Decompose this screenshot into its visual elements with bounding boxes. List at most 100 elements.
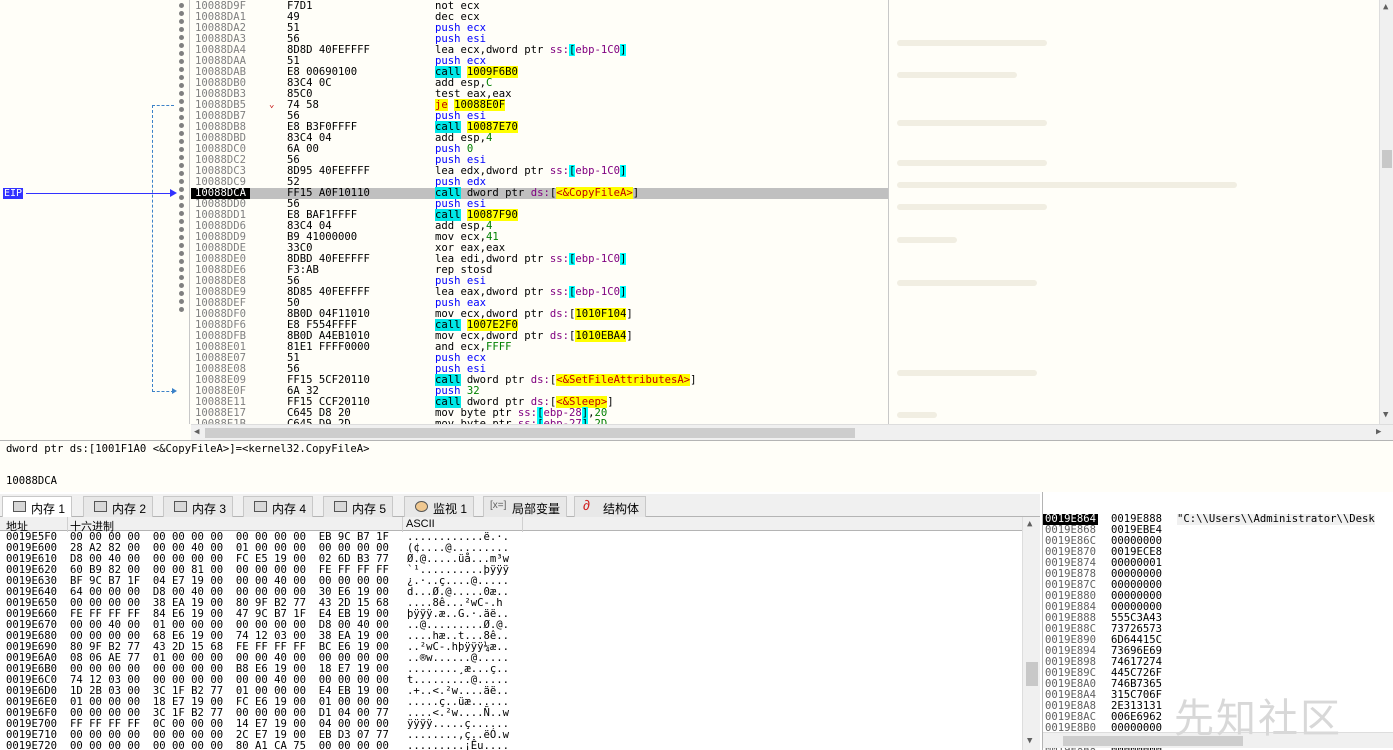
breakpoint-dot-icon[interactable] bbox=[179, 99, 184, 104]
breakpoint-dot-icon[interactable] bbox=[179, 203, 184, 208]
tab-struct-8[interactable]: ∂ 结构体 bbox=[574, 496, 647, 517]
comments-column bbox=[889, 0, 1379, 424]
breakpoint-dot-icon[interactable] bbox=[179, 243, 184, 248]
breakpoint-dot-icon[interactable] bbox=[179, 187, 184, 192]
token-brk: ] bbox=[620, 286, 627, 298]
breakpoint-dot-icon[interactable] bbox=[179, 131, 184, 136]
eip-marker: EIP bbox=[3, 188, 24, 199]
memory-icon bbox=[174, 501, 187, 512]
info-pane: dword ptr ds:[1001F1A0 <&CopyFileA>]=<ke… bbox=[0, 440, 1393, 492]
tab-watch-6[interactable]: 监视 1 bbox=[404, 496, 475, 517]
scroll-up-icon[interactable]: ▲ bbox=[1027, 519, 1032, 529]
token-seg: ds: bbox=[530, 187, 550, 199]
disassembly-pane: EIP 10088D9F F7D1 not ecx 10088DA1 49 dec ecx… bbox=[0, 0, 1393, 440]
breakpoint-dot-icon[interactable] bbox=[179, 267, 184, 272]
memory-icon bbox=[13, 501, 26, 512]
memory-dump[interactable]: 0019E5F0 00 00 00 00 00 00 00 00 00 00 00… bbox=[0, 532, 1022, 750]
token-imm: FFFF bbox=[486, 341, 512, 353]
breakpoint-dot-icon[interactable] bbox=[179, 67, 184, 72]
token-seg: ss: bbox=[549, 286, 569, 298]
disassembly-hscrollbar[interactable]: ◀ ▶ bbox=[191, 424, 1393, 440]
breakpoint-dot-icon[interactable] bbox=[179, 219, 184, 224]
scroll-thumb[interactable] bbox=[1382, 150, 1392, 168]
token-seg: ebp-1C0 bbox=[575, 253, 620, 265]
breakpoint-dot-icon[interactable] bbox=[179, 123, 184, 128]
token-op: ] bbox=[626, 330, 633, 342]
tab-locals-7[interactable]: [x=] 局部变量 bbox=[483, 496, 568, 517]
tab-memory-4[interactable]: 内存 4 bbox=[243, 496, 314, 517]
breakpoint-dot-icon[interactable] bbox=[179, 195, 184, 200]
blurred-comment bbox=[897, 412, 937, 418]
breakpoint-dot-icon[interactable] bbox=[179, 19, 184, 24]
watch-icon bbox=[415, 501, 428, 512]
blurred-comment bbox=[897, 72, 1017, 78]
breakpoint-dot-icon[interactable] bbox=[179, 51, 184, 56]
breakpoint-dot-icon[interactable] bbox=[179, 283, 184, 288]
token-seg: ss: bbox=[549, 44, 569, 56]
blurred-comment bbox=[897, 120, 1047, 126]
breakpoint-dot-icon[interactable] bbox=[179, 139, 184, 144]
breakpoint-dot-icon[interactable] bbox=[179, 75, 184, 80]
breakpoint-dot-icon[interactable] bbox=[179, 211, 184, 216]
watermark: 先知社区 bbox=[1174, 696, 1342, 742]
memory-icon bbox=[254, 501, 267, 512]
scroll-thumb[interactable] bbox=[1026, 662, 1038, 686]
token-brk: ] bbox=[620, 165, 627, 177]
breakpoint-dot-icon[interactable] bbox=[179, 163, 184, 168]
memory-icon bbox=[334, 501, 347, 512]
breakpoint-dot-icon[interactable] bbox=[179, 83, 184, 88]
current-address: 10088DCA bbox=[6, 475, 58, 487]
tab-memory-5[interactable]: 内存 5 bbox=[323, 496, 394, 517]
breakpoint-dot-icon[interactable] bbox=[179, 43, 184, 48]
blurred-comment bbox=[897, 182, 1237, 188]
blurred-comment bbox=[897, 160, 1047, 166]
breakpoint-dot-icon[interactable] bbox=[179, 227, 184, 232]
memory-icon bbox=[94, 501, 107, 512]
breakpoint-dot-icon[interactable] bbox=[179, 235, 184, 240]
token-op: ] bbox=[626, 308, 633, 320]
scroll-down-icon[interactable]: ▼ bbox=[1383, 410, 1388, 420]
tab-label: 局部变量 bbox=[512, 502, 561, 516]
breakpoint-dot-icon[interactable] bbox=[179, 171, 184, 176]
tab-memory-2[interactable]: 内存 2 bbox=[83, 496, 154, 517]
token-seg: ds: bbox=[530, 374, 550, 386]
breakpoint-dot-icon[interactable] bbox=[179, 35, 184, 40]
breakpoint-dot-icon[interactable] bbox=[179, 307, 184, 312]
breakpoint-dot-icon[interactable] bbox=[179, 291, 184, 296]
breakpoint-dot-icon[interactable] bbox=[179, 27, 184, 32]
tab-memory-1[interactable]: 内存 1 bbox=[2, 496, 73, 518]
breakpoint-dot-icon[interactable] bbox=[179, 251, 184, 256]
breakpoint-dot-icon[interactable] bbox=[179, 115, 184, 120]
breakpoint-dots[interactable] bbox=[178, 0, 186, 315]
disassembly-vscrollbar[interactable]: ▲ ▼ bbox=[1379, 0, 1393, 424]
breakpoint-dot-icon[interactable] bbox=[179, 179, 184, 184]
breakpoint-dot-icon[interactable] bbox=[179, 3, 184, 8]
token-imm: 4 bbox=[486, 132, 493, 144]
token-op: ] bbox=[632, 187, 640, 199]
breakpoint-dot-icon[interactable] bbox=[179, 107, 184, 112]
hscroll-thumb[interactable] bbox=[205, 428, 855, 438]
tab-label: 结构体 bbox=[603, 502, 640, 516]
scroll-right-icon[interactable]: ▶ bbox=[1376, 427, 1381, 437]
breakpoint-dot-icon[interactable] bbox=[179, 299, 184, 304]
token-seg: ss: bbox=[549, 165, 569, 177]
scroll-up-icon[interactable]: ▲ bbox=[1383, 2, 1388, 12]
breakpoint-dot-icon[interactable] bbox=[179, 11, 184, 16]
breakpoint-dot-icon[interactable] bbox=[179, 59, 184, 64]
breakpoint-dot-icon[interactable] bbox=[179, 155, 184, 160]
tab-memory-3[interactable]: 内存 3 bbox=[163, 496, 234, 517]
token-seg: ds: bbox=[549, 308, 569, 320]
blurred-comment bbox=[897, 40, 1047, 46]
eip-arrow-line bbox=[26, 193, 172, 194]
breakpoint-dot-icon[interactable] bbox=[179, 259, 184, 264]
memory-vscrollbar[interactable]: ▲ ▼ bbox=[1022, 517, 1040, 750]
token-tgt: 1010F104 bbox=[575, 308, 627, 320]
breakpoint-dot-icon[interactable] bbox=[179, 147, 184, 152]
scroll-down-icon[interactable]: ▼ bbox=[1027, 736, 1032, 746]
breakpoint-dot-icon[interactable] bbox=[179, 275, 184, 280]
scroll-left-icon[interactable]: ◀ bbox=[194, 427, 199, 437]
memory-row[interactable]: 0019E720 00 00 00 00 00 00 00 00 80 A1 CA… bbox=[0, 741, 1022, 750]
memory-header: 地址 十六进制 ASCII bbox=[0, 517, 1022, 533]
instruction-list[interactable]: 10088D9F F7D1 not ecx 10088DA1 49 dec ecx 1008… bbox=[191, 1, 888, 430]
breakpoint-dot-icon[interactable] bbox=[179, 91, 184, 96]
